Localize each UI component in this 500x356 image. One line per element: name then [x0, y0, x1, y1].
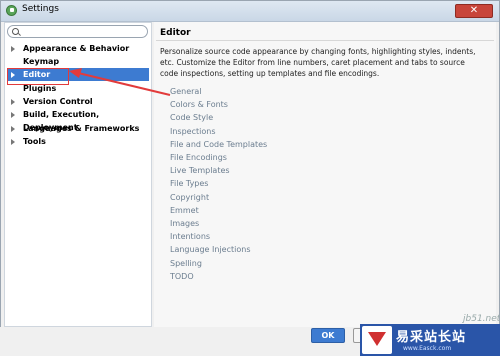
- link-file-encodings[interactable]: File Encodings: [170, 152, 227, 163]
- link-todo[interactable]: TODO: [170, 271, 194, 282]
- search-icon: [12, 28, 19, 35]
- close-button[interactable]: ✕: [455, 4, 493, 18]
- link-language-injections[interactable]: Language Injections: [170, 244, 251, 255]
- link-copyright[interactable]: Copyright: [170, 192, 209, 203]
- expand-arrow-icon[interactable]: [11, 112, 15, 118]
- sidebar-item-languages-frameworks[interactable]: Languages & Frameworks: [7, 122, 149, 135]
- link-intentions[interactable]: Intentions: [170, 231, 210, 242]
- sidebar-item-keymap[interactable]: Keymap: [7, 55, 149, 68]
- sidebar-item-build-execution-deployment[interactable]: Build, Execution, Deployment: [7, 108, 149, 132]
- link-code-style[interactable]: Code Style: [170, 112, 213, 123]
- link-general[interactable]: General: [170, 86, 202, 97]
- expand-arrow-icon[interactable]: [11, 126, 15, 132]
- link-emmet[interactable]: Emmet: [170, 205, 199, 216]
- sidebar-item-label: Tools: [23, 137, 46, 146]
- expand-arrow-icon[interactable]: [11, 139, 15, 145]
- title-separator: [156, 40, 494, 41]
- expand-arrow-icon[interactable]: [11, 99, 15, 105]
- window-title: Settings: [22, 4, 59, 14]
- watermark-brand: 易采站长站: [396, 330, 467, 345]
- sidebar-item-appearance-behavior[interactable]: Appearance & Behavior: [7, 42, 149, 55]
- watermark-site: jb51.net: [463, 314, 500, 324]
- page-title: Editor: [160, 28, 191, 38]
- search-input[interactable]: [7, 25, 148, 38]
- sidebar-item-version-control[interactable]: Version Control: [7, 95, 149, 108]
- link-file-types[interactable]: File Types: [170, 178, 208, 189]
- watermark-url: www.Easck.com: [403, 345, 452, 352]
- sidebar-item-label: Languages & Frameworks: [23, 124, 140, 133]
- sidebar-item-label: Appearance & Behavior: [23, 44, 130, 53]
- app-icon: [6, 5, 17, 16]
- link-live-templates[interactable]: Live Templates: [170, 165, 230, 176]
- sidebar-item-label: Version Control: [23, 97, 93, 106]
- sidebar-item-label: Keymap: [23, 57, 60, 66]
- sidebar-item-tools[interactable]: Tools: [7, 135, 149, 148]
- link-images[interactable]: Images: [170, 218, 199, 229]
- expand-arrow-icon[interactable]: [11, 46, 15, 52]
- link-inspections[interactable]: Inspections: [170, 126, 216, 137]
- page-description: Personalize source code appearance by ch…: [160, 47, 476, 78]
- link-spelling[interactable]: Spelling: [170, 258, 202, 269]
- title-bar[interactable]: Settings ✕: [1, 1, 499, 22]
- watermark-logo-icon: [362, 326, 392, 354]
- annotation-highlight-box: [7, 68, 69, 85]
- link-file-and-code-templates[interactable]: File and Code Templates: [170, 139, 267, 150]
- ok-button[interactable]: OK: [311, 328, 345, 343]
- link-colors-fonts[interactable]: Colors & Fonts: [170, 99, 228, 110]
